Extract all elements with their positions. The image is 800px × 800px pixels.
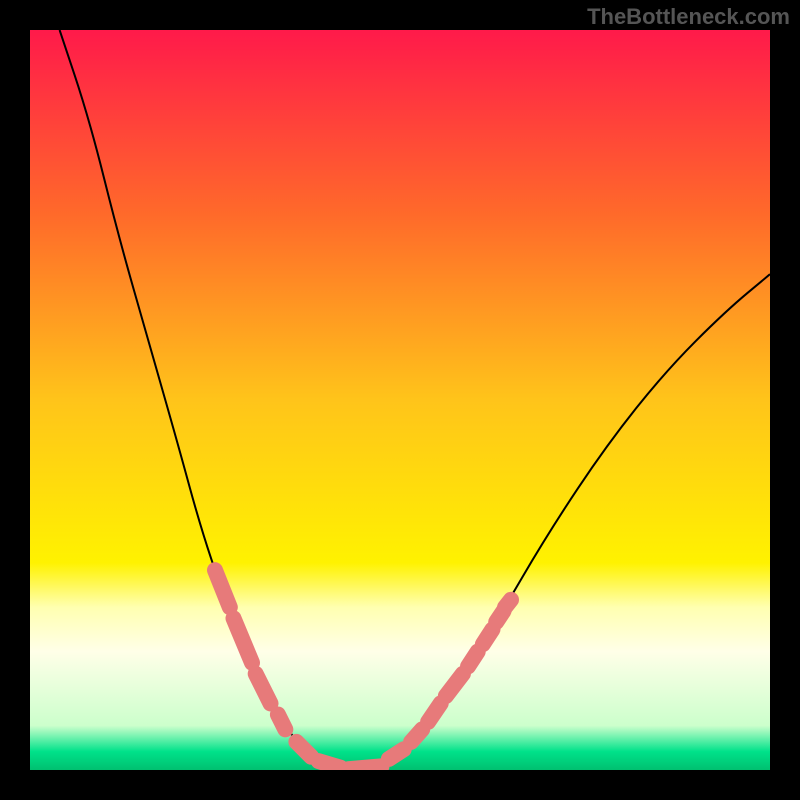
plot-area bbox=[30, 30, 770, 770]
chart-container: TheBottleneck.com bbox=[0, 0, 800, 800]
watermark-text: TheBottleneck.com bbox=[587, 4, 790, 30]
highlight-capsule bbox=[411, 729, 422, 742]
highlight-capsule bbox=[348, 766, 381, 769]
highlight-capsule bbox=[319, 761, 341, 768]
chart-svg bbox=[30, 30, 770, 770]
highlight-capsule bbox=[278, 715, 285, 730]
highlight-capsule bbox=[389, 749, 404, 759]
gradient-background bbox=[30, 30, 770, 770]
highlight-capsule bbox=[483, 629, 493, 644]
highlight-capsule bbox=[428, 703, 441, 722]
highlight-capsule bbox=[505, 600, 511, 607]
highlight-capsule bbox=[468, 652, 478, 667]
highlight-capsule bbox=[296, 742, 311, 757]
